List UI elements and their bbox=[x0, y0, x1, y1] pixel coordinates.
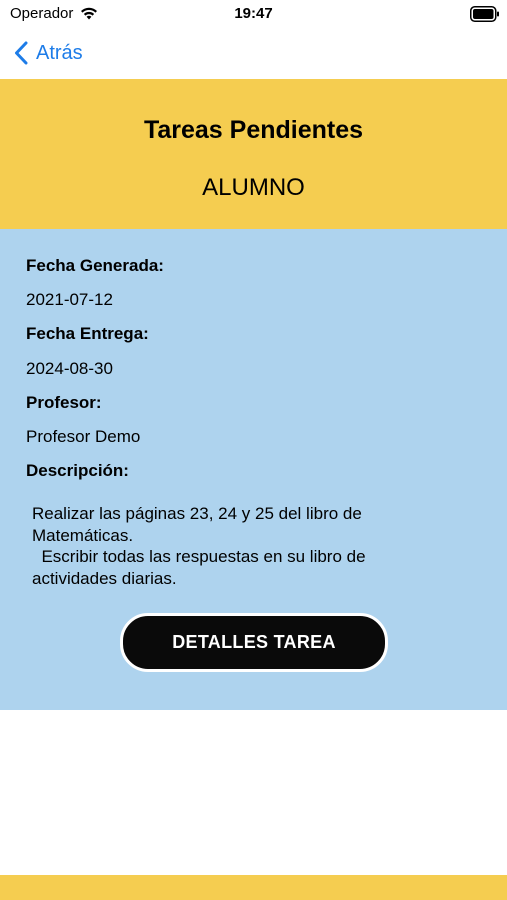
status-bar: Operador 19:47 bbox=[0, 0, 507, 30]
role-label: ALUMNO bbox=[202, 174, 305, 201]
fecha-entrega-label: Fecha Entrega: bbox=[26, 324, 149, 343]
fecha-generada-label: Fecha Generada: bbox=[26, 256, 164, 275]
clock: 19:47 bbox=[234, 5, 273, 22]
battery-icon bbox=[470, 6, 499, 22]
profesor-label: Profesor: bbox=[26, 393, 102, 412]
page-title: Tareas Pendientes bbox=[143, 116, 364, 144]
task-card: Fecha Generada: 2021-07-12 Fecha Entrega… bbox=[0, 229, 507, 710]
back-label: Atrás bbox=[36, 41, 83, 64]
fecha-entrega-value: 2024-08-30 bbox=[26, 359, 113, 378]
back-button[interactable]: Atrás bbox=[14, 38, 83, 68]
descripcion-label: Descripción: bbox=[26, 461, 129, 480]
descripcion-text: Realizar las páginas 23, 24 y 25 del lib… bbox=[32, 504, 366, 588]
header-band: Tareas Pendientes ALUMNO bbox=[0, 79, 507, 229]
navigation-bar: Atrás bbox=[0, 30, 507, 78]
task-details-button[interactable]: DETALLES TAREA bbox=[120, 613, 388, 672]
profesor-value: Profesor Demo bbox=[26, 427, 141, 446]
chevron-left-icon bbox=[15, 41, 28, 65]
bottom-band bbox=[0, 875, 507, 900]
fecha-generada-value: 2021-07-12 bbox=[26, 290, 113, 309]
